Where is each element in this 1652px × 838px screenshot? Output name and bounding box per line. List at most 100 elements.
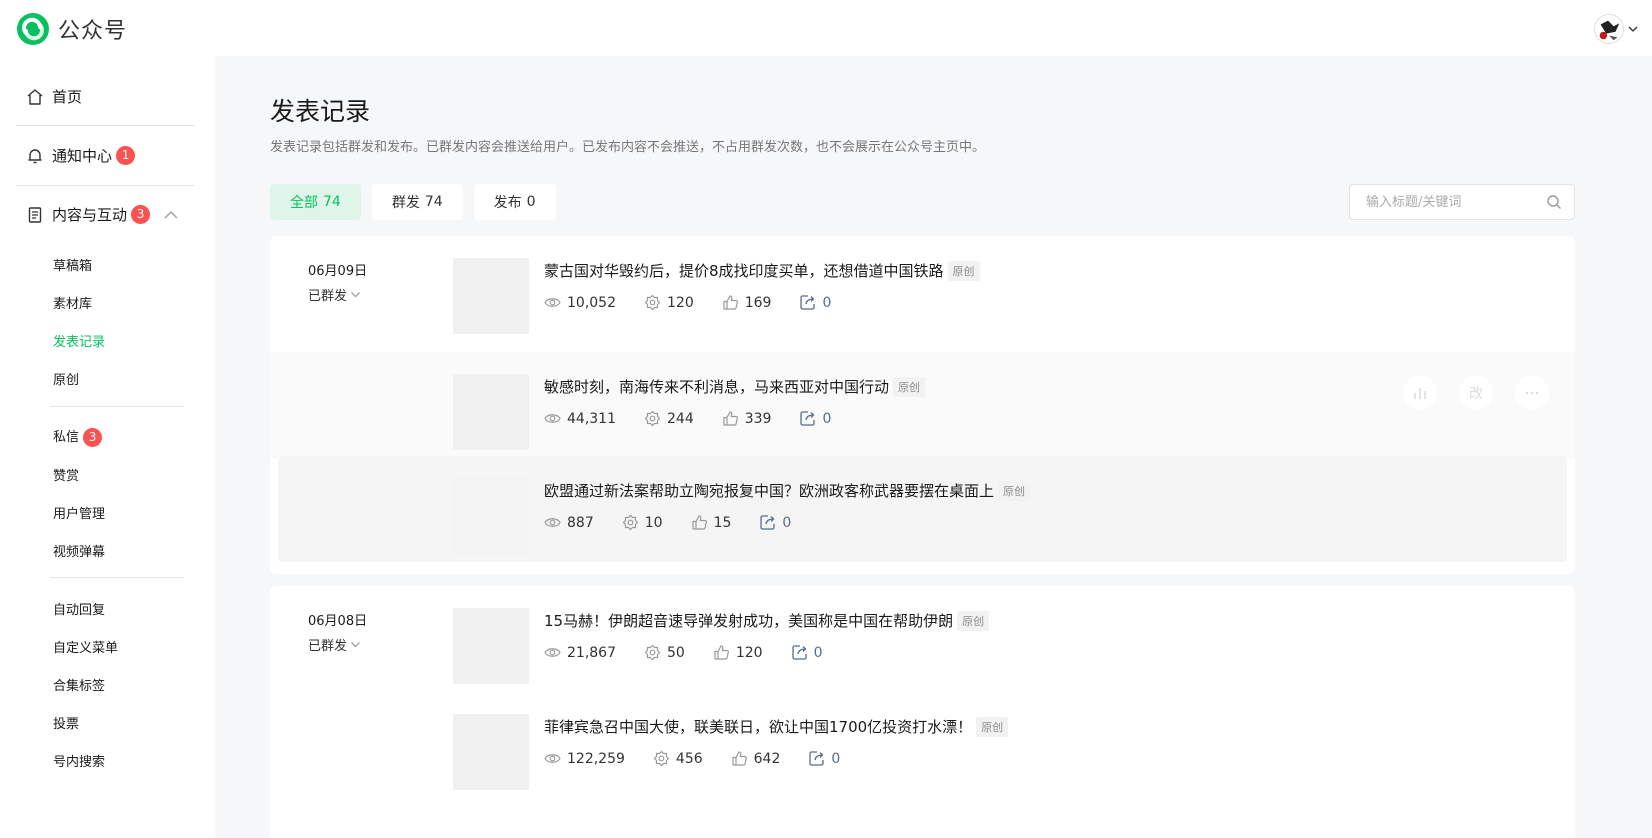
sidebar-item-notifications[interactable]: 通知中心 1	[26, 145, 136, 166]
article-title[interactable]: 蒙古国对华毁约后，提价8成找印度买单，还想借道中国铁路 原创	[544, 260, 980, 281]
sidebar-item-video-danmaku[interactable]: 视频弹幕	[53, 541, 105, 560]
sidebar-item-content[interactable]: 内容与互动 3	[26, 204, 178, 225]
recommend-count: 50	[667, 644, 685, 661]
more-button[interactable]	[1515, 376, 1549, 410]
article-title-text: 蒙古国对华毁约后，提价8成找印度买单，还想借道中国铁路	[544, 262, 944, 280]
sidebar-item-custom-menu[interactable]: 自定义菜单	[53, 637, 118, 656]
sidebar-item-user-management[interactable]: 用户管理	[53, 503, 105, 522]
page-description: 发表记录包括群发和发布。已群发内容会推送给用户。已发布内容不会推送，不占用群发次…	[270, 140, 986, 155]
shares-stat: 0	[799, 294, 831, 311]
views-stat: 122,259	[544, 750, 625, 767]
tab-count: 74	[323, 194, 341, 210]
thumbs-up-icon	[723, 295, 738, 310]
article-thumbnail[interactable]	[453, 714, 529, 790]
original-tag: 原创	[976, 716, 1009, 737]
avatar[interactable]	[1594, 14, 1624, 44]
sidebar-item-auto-reply[interactable]: 自动回复	[53, 599, 105, 618]
messages-badge: 3	[83, 428, 103, 447]
search-input[interactable]	[1366, 194, 1546, 210]
chevron-up-icon[interactable]	[164, 210, 178, 220]
thumbs-up-icon	[723, 411, 738, 426]
thumbs-up-icon	[691, 515, 707, 530]
search-box	[1349, 184, 1575, 220]
likes-stat: 169	[722, 294, 771, 311]
divider	[16, 185, 194, 186]
chevron-down-icon[interactable]	[1628, 24, 1638, 34]
shares-stat: 0	[759, 514, 791, 531]
article-title[interactable]: 敏感时刻，南海传来不利消息，马来西亚对中国行动 原创	[544, 376, 926, 397]
sidebar-item-vote[interactable]: 投票	[53, 713, 79, 732]
sidebar-item-publish-records[interactable]: 发表记录	[53, 331, 105, 350]
thumbs-up-icon	[714, 645, 729, 660]
eye-icon	[544, 648, 561, 657]
likes-count: 642	[753, 750, 781, 767]
article-row[interactable]: 蒙古国对华毁约后，提价8成找印度买单，还想借道中国铁路 原创 10,052 12…	[270, 236, 1575, 342]
original-tag: 原创	[957, 610, 990, 631]
likes-stat: 15	[691, 514, 732, 531]
sidebar-item-original[interactable]: 原创	[53, 369, 79, 388]
recommend-stat: 456	[653, 750, 703, 767]
filter-tabs: 全部 74 群发 74 发布 0	[270, 184, 567, 220]
tab-mass-send[interactable]: 群发 74	[371, 184, 463, 220]
article-title[interactable]: 菲律宾急召中国大使，联美联日，欲让中国1700亿投资打水漂！ 原创	[544, 716, 1009, 737]
article-stats: 122,259 456 642 0	[544, 750, 868, 767]
sidebar-item-account-search[interactable]: 号内搜索	[53, 751, 105, 770]
article-title-text: 菲律宾急召中国大使，联美联日，欲让中国1700亿投资打水漂！	[544, 718, 973, 736]
recommend-count: 10	[644, 514, 663, 531]
bell-icon	[28, 148, 42, 163]
shares-stat: 0	[808, 750, 840, 767]
likes-count: 15	[713, 514, 732, 531]
tab-all[interactable]: 全部 74	[270, 184, 361, 220]
article-thumbnail[interactable]	[453, 258, 529, 334]
recommend-stat: 120	[644, 294, 694, 311]
views-stat: 887	[544, 514, 594, 531]
sidebar-item-home[interactable]: 首页	[26, 86, 82, 107]
views-count: 44,311	[567, 410, 616, 427]
article-thumbnail[interactable]	[453, 374, 529, 450]
sidebar-item-collection-tags[interactable]: 合集标签	[53, 675, 105, 694]
recommend-icon	[644, 294, 661, 311]
tab-label: 全部	[290, 195, 318, 211]
shares-count: 0	[782, 514, 792, 531]
sidebar-item-materials[interactable]: 素材库	[53, 293, 92, 312]
tab-publish[interactable]: 发布 0	[473, 184, 556, 220]
article-row[interactable]: 菲律宾急召中国大使，联美联日，欲让中国1700亿投资打水漂！ 原创 122,25…	[270, 692, 1575, 798]
views-count: 122,259	[567, 750, 625, 767]
likes-stat: 339	[722, 410, 771, 427]
eye-icon	[544, 298, 561, 307]
article-row[interactable]: 敏感时刻，南海传来不利消息，马来西亚对中国行动 原创 44,311 244 33…	[270, 352, 1575, 458]
views-count: 21,867	[567, 644, 616, 661]
article-stats: 44,311 244 339 0	[544, 410, 859, 427]
stats-button[interactable]	[1403, 376, 1437, 410]
article-title[interactable]: 欧盟通过新法案帮助立陶宛报复中国？欧洲政客称武器要摆在桌面上 原创	[544, 480, 1031, 501]
article-thumbnail[interactable]	[453, 478, 529, 554]
sidebar-item-label: 内容与互动	[52, 206, 128, 224]
recommend-stat: 244	[644, 410, 694, 427]
tab-label: 发布	[493, 195, 522, 211]
share-icon	[800, 411, 816, 426]
recommend-icon	[653, 750, 670, 767]
article-row[interactable]: 15马赫！伊朗超音速导弹发射成功，美国称是中国在帮助伊朗 原创 21,867 5…	[270, 586, 1575, 692]
recommend-count: 120	[667, 294, 694, 311]
eye-icon	[544, 414, 561, 423]
article-row[interactable]: 欧盟通过新法案帮助立陶宛报复中国？欧洲政客称武器要摆在桌面上 原创 887 10…	[278, 456, 1567, 562]
divider	[50, 577, 184, 578]
article-actions: 改	[1381, 376, 1549, 410]
main-content: 发表记录 发表记录包括群发和发布。已群发内容会推送给用户。已发布内容不会推送，不…	[215, 56, 1652, 838]
sidebar-item-messages[interactable]: 私信 3	[53, 426, 103, 447]
brand[interactable]: 公众号	[16, 12, 127, 46]
article-thumbnail[interactable]	[453, 608, 529, 684]
share-icon	[760, 515, 776, 530]
sidebar-item-rewards[interactable]: 赞赏	[53, 465, 79, 484]
recommend-stat: 50	[644, 644, 685, 661]
original-tag: 原创	[947, 260, 980, 281]
article-title-text: 15马赫！伊朗超音速导弹发射成功，美国称是中国在帮助伊朗	[544, 612, 954, 630]
search-icon[interactable]	[1546, 194, 1562, 210]
sidebar-item-drafts[interactable]: 草稿箱	[53, 255, 92, 274]
views-stat: 44,311	[544, 410, 616, 427]
article-title[interactable]: 15马赫！伊朗超音速导弹发射成功，美国称是中国在帮助伊朗 原创	[544, 610, 990, 631]
edit-button[interactable]: 改	[1459, 376, 1493, 410]
recommend-stat: 10	[622, 514, 663, 531]
account-menu[interactable]	[1594, 14, 1638, 44]
shares-count: 0	[822, 294, 832, 311]
